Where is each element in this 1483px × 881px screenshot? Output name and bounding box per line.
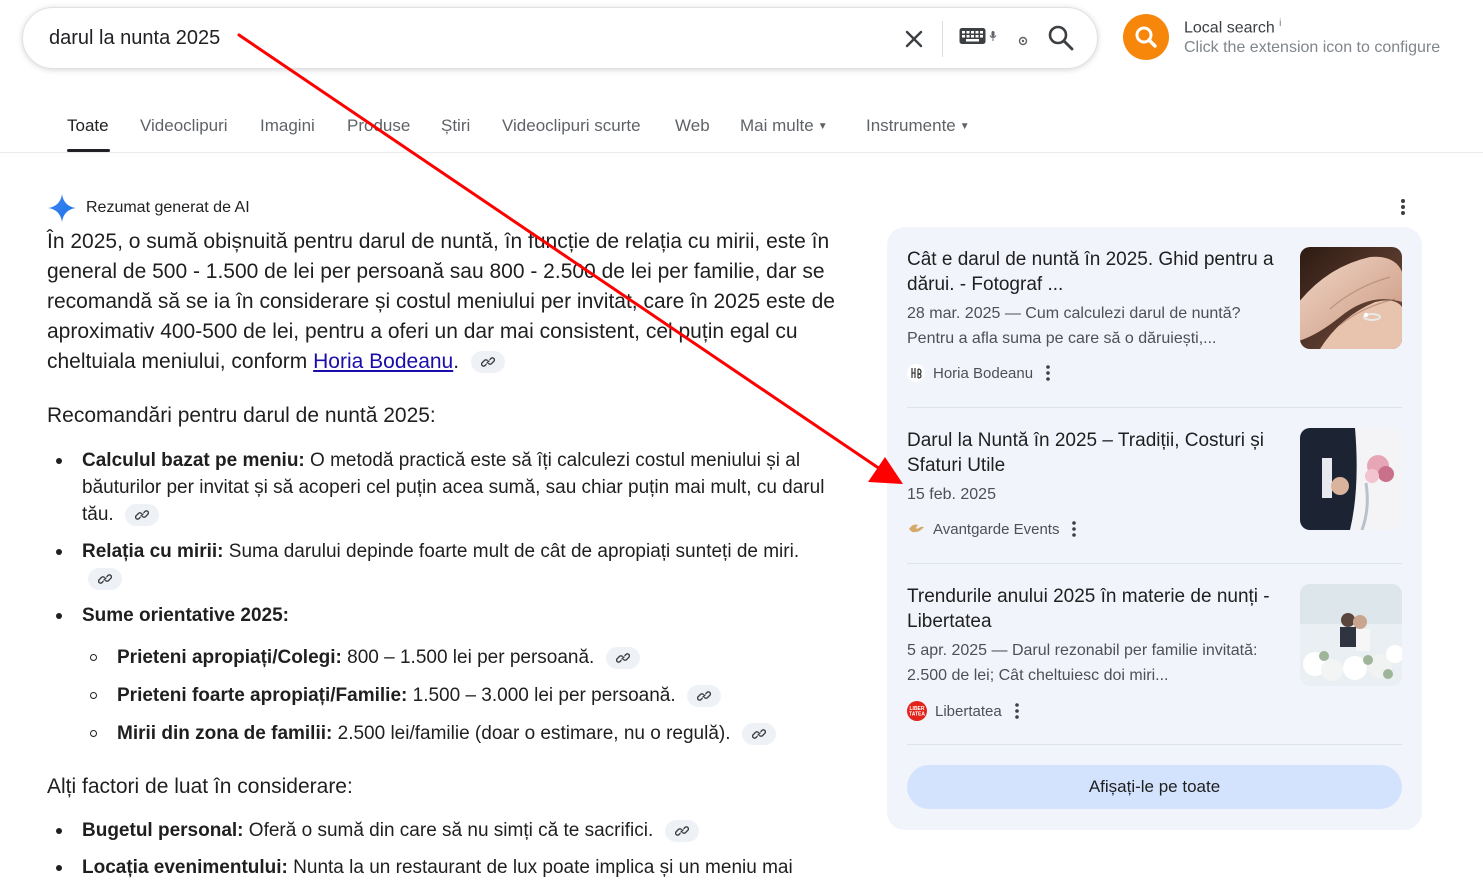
caret-down-icon: ▼ — [817, 121, 828, 132]
source-title[interactable]: Trendurile anului 2025 în materie de nun… — [907, 584, 1287, 634]
item-bold: Prieteni foarte apropiați/Familie: — [117, 685, 408, 706]
horia-bodeanu-favicon — [907, 364, 925, 382]
extension-title-text: Local search — [1184, 19, 1275, 37]
source-site: LIBER TATEA Libertatea — [907, 701, 1020, 721]
source-site: Horia Bodeanu — [907, 364, 1051, 382]
lens-icon[interactable] — [1017, 34, 1029, 52]
citation-link-icon[interactable] — [605, 646, 640, 669]
tab-web[interactable]: Web — [675, 116, 710, 136]
list-item: Mirii din zona de familii: 2.500 lei/fam… — [90, 720, 847, 747]
sub-recommendations-list: Prieteni apropiați/Colegi: 800 – 1.500 l… — [90, 644, 847, 747]
source-options-icon[interactable] — [1014, 702, 1020, 720]
libertatea-logo: LIBER TATEA — [907, 701, 927, 721]
item-bold: Sume orientative 2025: — [82, 605, 289, 626]
tab-tools[interactable]: Instrumente ▼ — [866, 116, 970, 136]
extension-title: Local search i — [1184, 18, 1281, 37]
item-bold: Bugetul personal: — [82, 820, 244, 841]
info-icon[interactable]: i — [1279, 18, 1281, 29]
citation-link-icon[interactable] — [88, 567, 122, 590]
source-card[interactable]: Cât e darul de nuntă în 2025. Ghid pentr… — [907, 247, 1402, 387]
citation-link-icon[interactable] — [664, 819, 699, 842]
tab-tools-label: Instrumente — [866, 116, 956, 135]
gemini-sparkle-icon — [48, 194, 76, 222]
list-item: Locația evenimentului: Nunta la un resta… — [56, 854, 842, 881]
source-snippet: 28 mar. 2025 — Cum calculezi darul de nu… — [907, 305, 1241, 347]
source-card[interactable]: Trendurile anului 2025 în materie de nun… — [907, 584, 1402, 724]
card-divider — [907, 744, 1402, 745]
recommendations-list: Calculul bazat pe meniu: O metodă practi… — [56, 447, 842, 629]
item-bold: Relația cu mirii: — [82, 541, 224, 562]
list-item: Calculul bazat pe meniu: O metodă practi… — [56, 447, 842, 528]
source-thumbnail-couple[interactable] — [1300, 428, 1402, 530]
source-site-name: Avantgarde Events — [933, 520, 1060, 538]
other-factors-list: Bugetul personal: Oferă o sumă din care … — [56, 817, 842, 881]
source-site-name: Libertatea — [935, 702, 1002, 720]
item-bold: Locația evenimentului: — [82, 857, 288, 878]
list-item: Sume orientative 2025: — [56, 602, 842, 629]
search-tabs: Toate Videoclipuri Imagini Produse Știri… — [0, 112, 1483, 152]
item-text: Oferă o sumă din care să nu simți că te … — [243, 820, 654, 841]
search-input[interactable]: darul la nunta 2025 — [49, 27, 220, 50]
source-snippet: 5 apr. 2025 — Darul rezonabil per famili… — [907, 642, 1258, 684]
item-bold: Prieteni apropiați/Colegi: — [117, 647, 342, 668]
ai-overview-header: Rezumat generat de AI — [47, 193, 250, 223]
tab-videos[interactable]: Videoclipuri — [140, 116, 228, 136]
citation-link-icon[interactable] — [470, 351, 505, 374]
card-divider — [907, 563, 1402, 564]
recommendations-heading: Recomandări pentru darul de nuntă 2025: — [47, 404, 436, 427]
search-box[interactable]: darul la nunta 2025 — [22, 7, 1098, 69]
source-card[interactable]: Darul la Nuntă în 2025 – Tradiții, Costu… — [907, 428, 1402, 548]
item-bold: Mirii din zona de familii: — [117, 723, 333, 744]
tab-images[interactable]: Imagini — [260, 116, 315, 136]
citation-link-icon[interactable] — [124, 503, 159, 526]
source-site: Avantgarde Events — [907, 520, 1077, 538]
svg-text:TATEA: TATEA — [909, 712, 925, 718]
item-bold: Calculul bazat pe meniu: — [82, 450, 305, 471]
source-title[interactable]: Darul la Nuntă în 2025 – Tradiții, Costu… — [907, 428, 1287, 478]
tabs-divider — [0, 152, 1483, 153]
item-text: Nunta la un restaurant de lux poate impl… — [287, 857, 793, 878]
searchbox-divider — [942, 21, 943, 57]
list-item: Prieteni apropiați/Colegi: 800 – 1.500 l… — [90, 644, 847, 671]
source-title[interactable]: Cât e darul de nuntă în 2025. Ghid pentr… — [907, 247, 1287, 297]
citation-link-icon[interactable] — [686, 684, 721, 707]
more-options-icon[interactable] — [1400, 197, 1406, 222]
citation-link-icon[interactable] — [741, 722, 776, 745]
tab-all[interactable]: Toate — [67, 116, 109, 136]
tab-more[interactable]: Mai multe ▼ — [740, 116, 828, 136]
source-options-icon[interactable] — [1045, 364, 1051, 382]
tab-news[interactable]: Știri — [441, 116, 470, 136]
item-text: 1.500 – 3.000 lei per persoană. — [407, 685, 676, 706]
search-icon[interactable] — [1047, 24, 1075, 57]
extension-subtitle: Click the extension icon to configure — [1184, 39, 1441, 56]
ai-overview-paragraph: În 2025, o sumă obișnuită pentru darul d… — [47, 227, 847, 377]
item-text: 2.500 lei/familie (doar o estimare, nu o… — [332, 723, 731, 744]
item-text: Suma darului depinde foarte mult de cât … — [223, 541, 800, 562]
tab-products[interactable]: Produse — [347, 116, 410, 136]
source-site-name: Horia Bodeanu — [933, 364, 1034, 382]
list-item: Bugetul personal: Oferă o sumă din care … — [56, 817, 842, 844]
avantgarde-events-favicon — [909, 524, 924, 533]
source-thumbnail-wedding[interactable] — [1300, 584, 1402, 686]
sources-panel: Cât e darul de nuntă în 2025. Ghid pentr… — [887, 227, 1422, 830]
show-all-button[interactable]: Afișați-le pe toate — [907, 765, 1402, 809]
source-thumbnail-rings[interactable] — [1300, 247, 1402, 349]
local-search-extension-icon[interactable] — [1123, 14, 1169, 60]
tab-short-videos[interactable]: Videoclipuri scurte — [502, 116, 641, 136]
other-factors-heading: Alți factori de luat în considerare: — [47, 775, 353, 798]
clear-icon[interactable] — [899, 24, 929, 54]
caret-down-icon: ▼ — [959, 121, 970, 132]
ai-overview-label: Rezumat generat de AI — [86, 199, 250, 216]
list-item: Relația cu mirii: Suma darului depinde f… — [56, 538, 842, 592]
keyboard-icon[interactable] — [959, 26, 997, 46]
item-text: 800 – 1.500 lei per persoană. — [341, 647, 595, 668]
source-options-icon[interactable] — [1071, 520, 1077, 538]
list-item: Prieteni foarte apropiați/Familie: 1.500… — [90, 682, 847, 709]
overview-end: . — [453, 350, 460, 373]
card-divider — [907, 407, 1402, 408]
mic-icon[interactable] — [989, 30, 997, 42]
source-link-horia-bodeanu[interactable]: Horia Bodeanu — [313, 350, 453, 373]
source-snippet: 15 feb. 2025 — [907, 486, 996, 503]
tab-more-label: Mai multe — [740, 116, 814, 135]
